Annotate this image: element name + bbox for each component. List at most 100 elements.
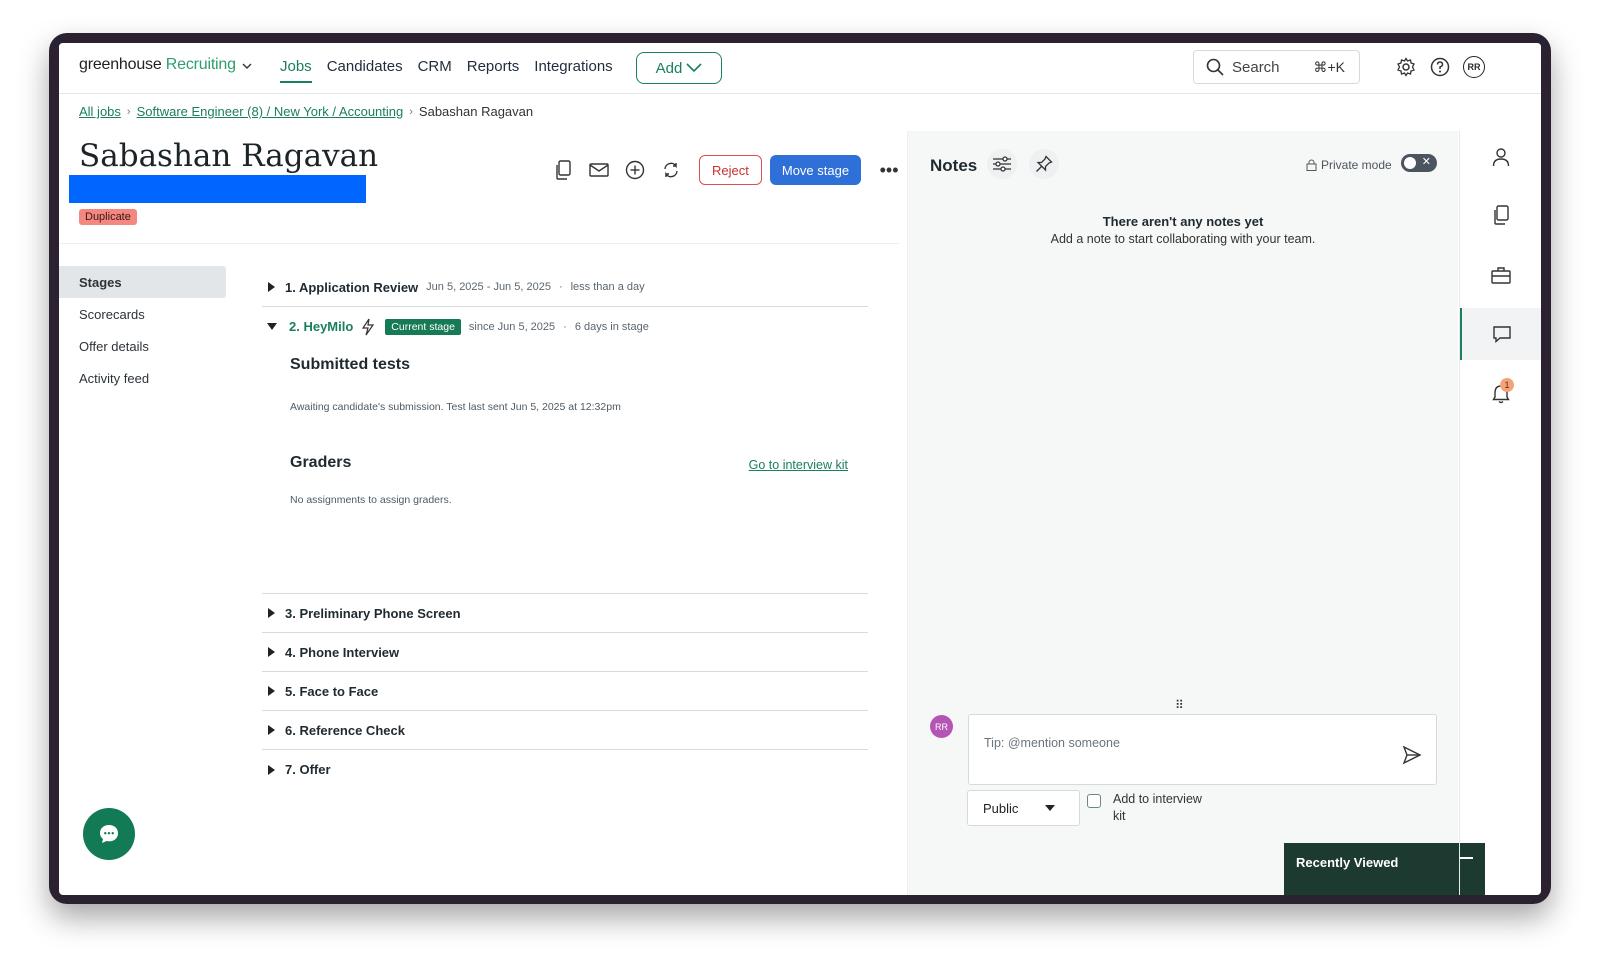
candidate-actions: Reject Move stage ••• bbox=[549, 155, 903, 185]
search-box[interactable]: Search ⌘+K bbox=[1193, 50, 1360, 84]
candidate-name: Sabashan Ragavan bbox=[79, 138, 379, 174]
person-icon[interactable] bbox=[1460, 131, 1541, 183]
nav-reports[interactable]: Reports bbox=[467, 58, 520, 83]
gear-icon[interactable] bbox=[1395, 56, 1417, 78]
user-avatar[interactable]: RR bbox=[1463, 56, 1485, 78]
duplicate-badge[interactable]: Duplicate bbox=[79, 209, 137, 225]
top-icons: RR bbox=[1395, 56, 1485, 78]
documents-icon[interactable] bbox=[1460, 189, 1541, 241]
add-to-kit-checkbox[interactable] bbox=[1087, 794, 1101, 808]
chevron-down-icon[interactable] bbox=[241, 59, 253, 77]
chat-button[interactable] bbox=[83, 808, 135, 860]
stage-row-current[interactable]: 2. HeyMilo Current stage since Jun 5, 20… bbox=[262, 307, 868, 346]
note-input-placeholder: Tip: @mention someone bbox=[984, 736, 1120, 750]
expand-arrow-icon[interactable] bbox=[268, 282, 275, 292]
subnav-stages[interactable]: Stages bbox=[59, 266, 226, 298]
right-rail: 1 bbox=[1459, 131, 1541, 895]
breadcrumb-all-jobs[interactable]: All jobs bbox=[79, 104, 121, 119]
lock-icon bbox=[1306, 159, 1317, 171]
graders-title: Graders bbox=[290, 454, 352, 471]
greenhouse-logo[interactable]: greenhouse Recruiting bbox=[79, 56, 252, 74]
private-mode-text: Private mode bbox=[1321, 158, 1392, 172]
stage-name: 5. Face to Face bbox=[285, 683, 379, 699]
interview-kit-link[interactable]: Go to interview kit bbox=[749, 458, 848, 472]
breadcrumb-current: Sabashan Ragavan bbox=[418, 104, 534, 119]
nav-integrations[interactable]: Integrations bbox=[534, 58, 612, 83]
add-to-kit-label: Add to interview kit bbox=[1113, 792, 1202, 823]
chevron-right-icon: › bbox=[409, 105, 413, 118]
move-stage-button[interactable]: Move stage bbox=[769, 155, 862, 185]
visibility-select[interactable]: Public bbox=[967, 790, 1080, 826]
recently-viewed-title: Recently Viewed bbox=[1296, 855, 1399, 870]
copy-icon[interactable] bbox=[549, 156, 577, 184]
subnav-scorecards[interactable]: Scorecards bbox=[59, 298, 226, 330]
help-icon[interactable] bbox=[1429, 56, 1451, 78]
stage-row[interactable]: 5. Face to Face bbox=[262, 672, 868, 711]
notes-panel: Notes Private mode ✕ There aren't any no… bbox=[907, 131, 1485, 895]
more-options-icon[interactable]: ••• bbox=[875, 156, 903, 184]
briefcase-icon[interactable] bbox=[1460, 249, 1541, 301]
visibility-value: Public bbox=[983, 800, 1019, 816]
stage-row[interactable]: 6. Reference Check bbox=[262, 711, 868, 750]
notes-empty-subtitle: Add a note to start collaborating with y… bbox=[1050, 232, 1316, 246]
bell-icon[interactable]: 1 bbox=[1460, 368, 1541, 420]
caret-down-icon bbox=[1045, 805, 1055, 811]
stage-row[interactable]: 7. Offer bbox=[262, 750, 868, 789]
add-circle-icon[interactable] bbox=[621, 156, 649, 184]
private-mode-toggle[interactable]: ✕ bbox=[1401, 154, 1437, 172]
drag-handle-icon[interactable]: ⠿ bbox=[1175, 698, 1184, 712]
send-icon[interactable] bbox=[1402, 745, 1422, 770]
subnav-activity-feed[interactable]: Activity feed bbox=[59, 362, 226, 394]
notes-rail-icon[interactable] bbox=[1460, 308, 1541, 360]
recently-viewed-panel[interactable]: Recently Viewed bbox=[1284, 843, 1485, 895]
stage-row[interactable]: 4. Phone Interview bbox=[262, 633, 868, 672]
stage-details: Submitted tests Awaiting candidate's sub… bbox=[262, 346, 868, 594]
stage-since: since Jun 5, 2025 bbox=[468, 320, 556, 333]
expand-arrow-icon[interactable] bbox=[268, 686, 275, 696]
transfer-icon[interactable] bbox=[657, 156, 685, 184]
lightning-icon bbox=[361, 318, 375, 336]
logo-main: greenhouse bbox=[79, 56, 162, 73]
stage-row[interactable]: 1. Application Review Jun 5, 2025 - Jun … bbox=[262, 268, 868, 307]
redaction-block bbox=[69, 175, 366, 203]
breadcrumb: All jobs › Software Engineer (8) / New Y… bbox=[79, 104, 533, 119]
reject-button[interactable]: Reject bbox=[699, 155, 762, 185]
expand-arrow-icon[interactable] bbox=[268, 608, 275, 618]
avatar: RR bbox=[930, 715, 953, 738]
stage-name: 4. Phone Interview bbox=[285, 644, 400, 660]
candidate-subnav: Stages Scorecards Offer details Activity… bbox=[59, 266, 226, 394]
chevron-right-icon: › bbox=[126, 105, 131, 118]
nav-candidates[interactable]: Candidates bbox=[327, 58, 403, 83]
stage-name: 1. Application Review bbox=[285, 279, 419, 295]
stage-name: 6. Reference Check bbox=[285, 722, 405, 738]
stage-duration: 6 days in stage bbox=[574, 320, 649, 333]
email-icon[interactable] bbox=[585, 156, 613, 184]
logo-sub: Recruiting bbox=[165, 56, 236, 73]
add-label: Add bbox=[655, 59, 683, 77]
divider bbox=[59, 243, 899, 244]
stage-dot: · bbox=[558, 281, 563, 293]
private-mode-label: Private mode bbox=[1306, 158, 1392, 172]
pin-icon[interactable] bbox=[1029, 149, 1059, 179]
filter-icon[interactable] bbox=[987, 149, 1017, 179]
expand-arrow-icon[interactable] bbox=[268, 764, 275, 775]
nav-jobs[interactable]: Jobs bbox=[280, 58, 312, 83]
main-nav: Jobs Candidates CRM Reports Integrations bbox=[280, 58, 628, 83]
collapse-arrow-icon[interactable] bbox=[267, 323, 277, 330]
breadcrumb-job[interactable]: Software Engineer (8) / New York / Accou… bbox=[137, 104, 404, 119]
search-shortcut: ⌘+K bbox=[1313, 58, 1345, 75]
note-input[interactable]: Tip: @mention someone bbox=[968, 714, 1437, 785]
stage-dates: Jun 5, 2025 - Jun 5, 2025 bbox=[426, 281, 551, 293]
nav-crm[interactable]: CRM bbox=[418, 58, 452, 83]
stage-name: 7. Offer bbox=[285, 762, 331, 777]
expand-arrow-icon[interactable] bbox=[268, 647, 275, 657]
search-placeholder: Search bbox=[1232, 58, 1280, 76]
top-navigation: greenhouse Recruiting Jobs Candidates CR… bbox=[59, 43, 1541, 94]
current-stage-badge: Current stage bbox=[385, 318, 461, 335]
search-icon bbox=[1206, 58, 1224, 76]
add-button[interactable]: Add bbox=[636, 52, 722, 84]
expand-arrow-icon[interactable] bbox=[268, 725, 275, 735]
graders-text: No assignments to assign graders. bbox=[290, 494, 452, 506]
stage-row[interactable]: 3. Preliminary Phone Screen bbox=[262, 594, 868, 633]
subnav-offer-details[interactable]: Offer details bbox=[59, 330, 226, 362]
